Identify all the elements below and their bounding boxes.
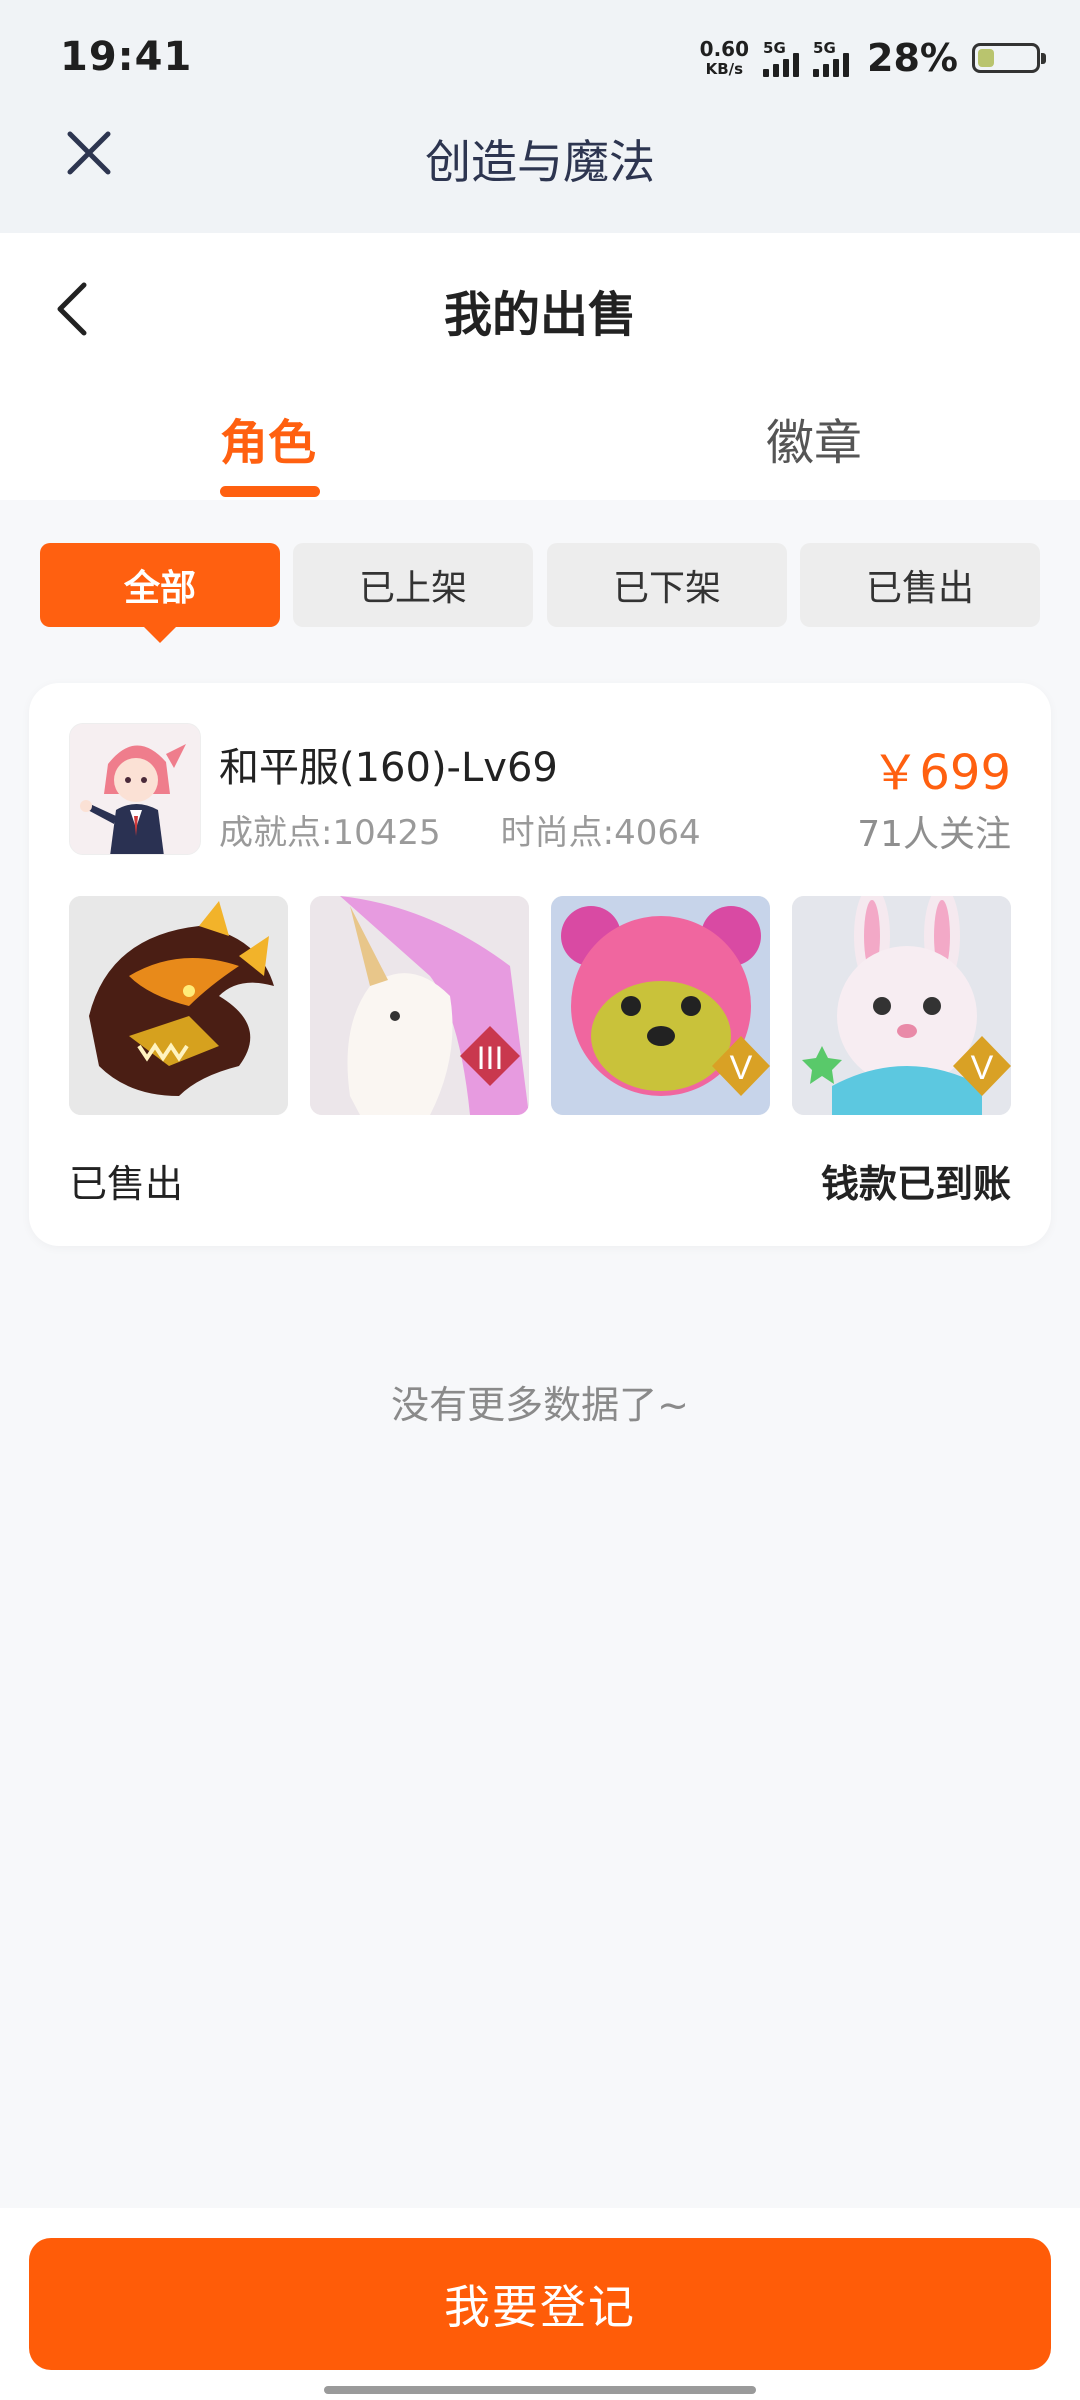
filter-listed-chip[interactable]: 已上架 <box>293 543 533 627</box>
character-name: 和平服(160)-Lv69 <box>219 745 558 791</box>
signal-2-label: 5G <box>813 39 836 57</box>
bunny-pet-icon: V <box>792 896 1011 1115</box>
mini-app-title: 创造与魔法 <box>425 135 655 189</box>
page-header: 我的出售 角色 徽章 <box>0 233 1080 500</box>
anime-girl-avatar-icon <box>70 724 200 854</box>
register-button[interactable]: 我要登记 <box>29 2238 1051 2370</box>
network-speed: 0.60 KB/s <box>700 39 749 77</box>
status-time: 19:41 <box>60 34 193 80</box>
listing-card[interactable]: 和平服(160)-Lv69 成就点:10425 时尚点:4064 ￥699 71… <box>29 683 1051 1246</box>
active-tab-indicator <box>220 486 320 497</box>
listing-price: ￥699 <box>871 745 1011 801</box>
pink-bear-pet-icon: V <box>551 896 770 1115</box>
tab-badge[interactable]: 徽章 <box>766 403 862 473</box>
signal-2-icon: 5G <box>813 39 850 77</box>
item-thumbnails: III V V <box>69 896 1011 1115</box>
filter-delisted-chip[interactable]: 已下架 <box>547 543 787 627</box>
fashion-points: 时尚点:4064 <box>500 813 701 853</box>
payment-status: 钱款已到账 <box>820 1162 1011 1206</box>
no-more-data-hint: 没有更多数据了~ <box>391 1383 689 1427</box>
tier-badge: V <box>730 1049 753 1087</box>
home-indicator[interactable] <box>324 2386 756 2394</box>
achievement-points: 成就点:10425 <box>219 813 441 853</box>
signal-1-label: 5G <box>763 39 786 57</box>
tier-badge: V <box>971 1049 994 1087</box>
tab-role[interactable]: 角色 <box>220 403 316 473</box>
follower-count: 71人关注 <box>857 814 1011 855</box>
tier-badge: III <box>477 1040 504 1076</box>
battery-percent: 28% <box>867 36 958 80</box>
signal-1-icon: 5G <box>763 39 800 77</box>
character-avatar <box>69 723 201 855</box>
sale-status: 已售出 <box>69 1162 184 1206</box>
network-speed-unit: KB/s <box>705 60 744 78</box>
filter-sold-chip[interactable]: 已售出 <box>800 543 1040 627</box>
filter-all-chip[interactable]: 全部 <box>40 543 280 627</box>
dragon-mount-icon <box>69 896 288 1115</box>
mini-app-header: 19:41 0.60 KB/s 5G 5G 28% 创造与魔法 <box>0 0 1080 233</box>
network-speed-value: 0.60 <box>699 37 750 61</box>
page-title: 我的出售 <box>443 287 636 343</box>
unicorn-mount-icon: III <box>310 896 529 1115</box>
character-stats: 成就点:10425 时尚点:4064 <box>219 805 701 854</box>
status-icons: 0.60 KB/s 5G 5G 28% <box>700 30 1046 86</box>
battery-icon <box>972 43 1046 73</box>
